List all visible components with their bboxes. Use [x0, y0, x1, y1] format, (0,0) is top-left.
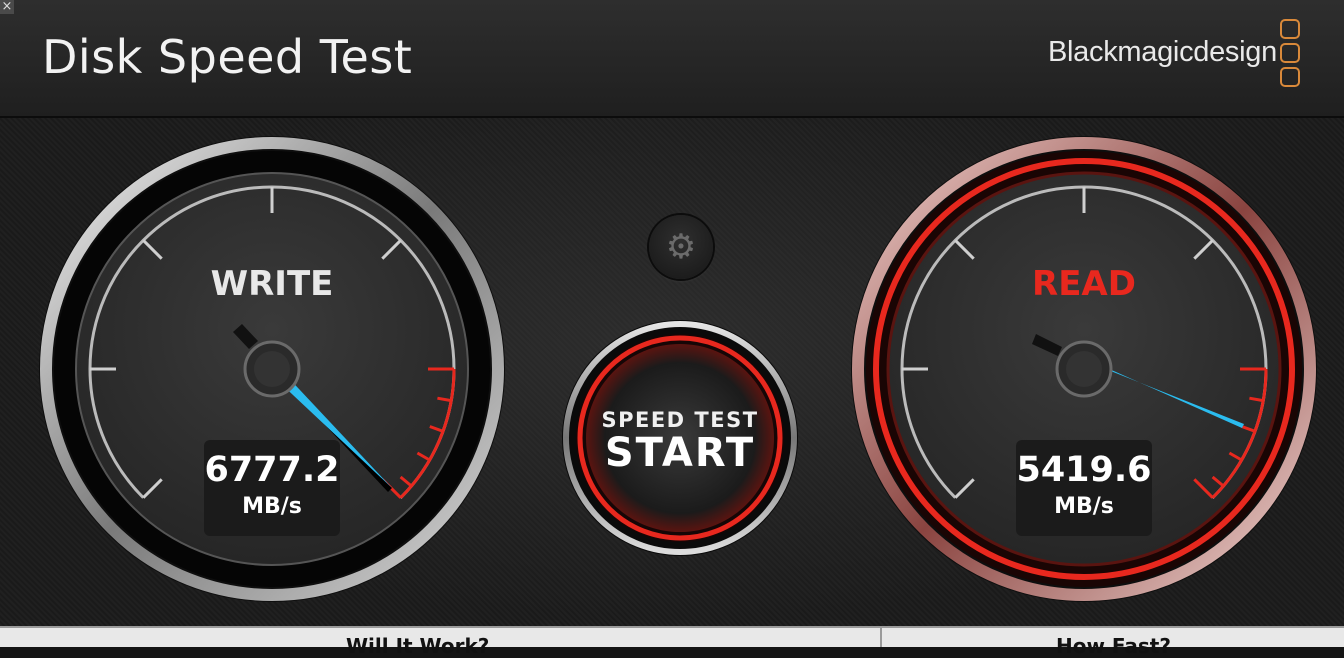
read-label: READ: [1032, 264, 1136, 304]
title-bar: × Disk Speed Test Blackmagicdesign: [0, 0, 1344, 118]
write-readout: 6777.2 MB/s: [204, 440, 340, 536]
read-value: 5419.6: [1016, 450, 1152, 490]
read-readout: 5419.6 MB/s: [1016, 440, 1152, 536]
write-unit: MB/s: [242, 494, 302, 519]
footer-tabs: Will It Work? How Fast?: [0, 626, 1344, 658]
close-icon[interactable]: ×: [0, 0, 14, 14]
start-line2: START: [604, 430, 756, 476]
start-line1: SPEED TEST: [601, 408, 759, 432]
brand-logo-icon: [1280, 19, 1300, 91]
app-title: Disk Speed Test: [42, 30, 413, 84]
write-gauge: [39, 136, 505, 602]
gear-icon[interactable]: ⚙: [649, 215, 713, 279]
tab-will-it-work[interactable]: Will It Work?: [346, 634, 489, 658]
write-label: WRITE: [210, 264, 334, 304]
footer-divider: [880, 628, 882, 647]
tab-how-fast[interactable]: How Fast?: [1056, 634, 1171, 658]
brand-name: Blackmagicdesign: [1048, 36, 1277, 68]
read-unit: MB/s: [1054, 494, 1114, 519]
read-gauge: [851, 136, 1317, 602]
write-value: 6777.2: [204, 450, 340, 490]
